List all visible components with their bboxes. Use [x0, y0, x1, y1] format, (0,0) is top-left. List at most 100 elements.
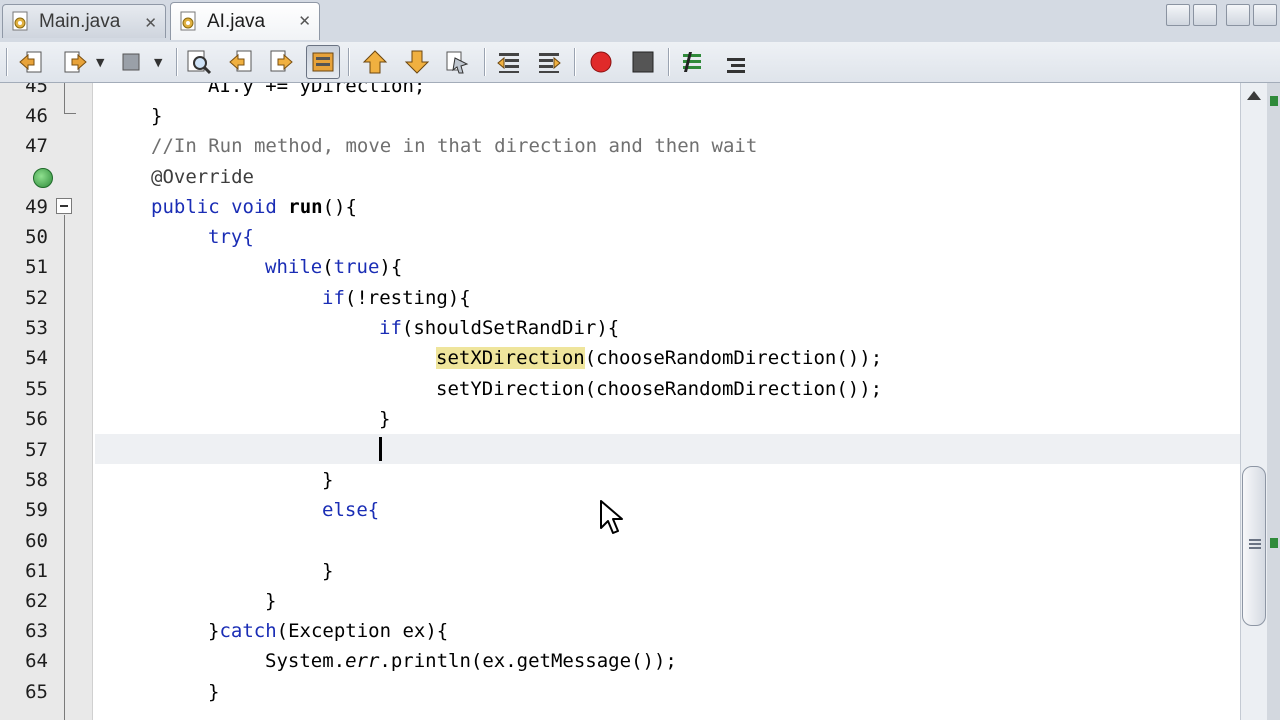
code-line-64: System.err.println(ex.getMessage()); [95, 646, 1240, 676]
back-icon[interactable] [14, 45, 48, 79]
keyword-text: if [322, 287, 345, 309]
line-number: 50 [25, 226, 48, 248]
line-number: 51 [25, 256, 48, 278]
line-number: 53 [25, 317, 48, 339]
scroll-tabs-right-icon[interactable] [1193, 4, 1217, 26]
keyword-text: else{ [322, 499, 380, 521]
line-number: 56 [25, 408, 48, 430]
line-number-gutter[interactable]: 45 46 47 49 50 51 52 53 54 55 56 57 58 5… [0, 83, 93, 720]
close-icon[interactable]: ✕ [144, 14, 157, 32]
prev-bookmark-icon[interactable] [358, 45, 392, 79]
code-line-63: }catch(Exception ex){ [95, 616, 1240, 646]
code-text: } [322, 469, 334, 491]
method-name: run [288, 196, 323, 218]
uncomment-icon[interactable] [718, 45, 752, 79]
stop-macro-icon[interactable] [626, 45, 660, 79]
keyword-text: true [333, 256, 380, 278]
tab-controls [1166, 4, 1277, 28]
shift-left-icon[interactable] [492, 45, 526, 79]
code-line-45: AI.y += yDirection; [95, 83, 1240, 101]
annotation-marker[interactable] [1270, 96, 1278, 106]
forward-history-icon[interactable] [58, 45, 92, 79]
code-text: (chooseRandomDirection()); [584, 347, 883, 369]
toolbar-separator [484, 48, 485, 76]
code-text: ( [322, 256, 334, 278]
code-text: } [208, 620, 220, 642]
annotation-text: @Override [151, 166, 254, 188]
line-number: 63 [25, 620, 48, 642]
scrollbar-thumb[interactable] [1242, 466, 1266, 626]
tab-main-java[interactable]: Main.java ✕ [2, 4, 166, 38]
scroll-up-icon[interactable] [1247, 91, 1261, 100]
line-number: 57 [25, 439, 48, 461]
tab-list-icon[interactable] [1226, 4, 1250, 26]
code-text: } [265, 590, 277, 612]
bookmark-icon[interactable] [114, 45, 148, 79]
annotation-marker[interactable] [1270, 538, 1278, 548]
vertical-scrollbar[interactable] [1240, 83, 1267, 720]
chevron-down-icon[interactable]: ▼ [154, 56, 162, 69]
tab-ai-java[interactable]: AI.java ✕ [170, 2, 320, 40]
error-stripe[interactable] [1267, 83, 1280, 720]
line-number: 59 [25, 499, 48, 521]
chevron-down-icon[interactable]: ▼ [96, 56, 104, 69]
code-line-56: } [95, 404, 1240, 434]
close-icon[interactable]: ✕ [298, 12, 311, 30]
keyword-text: try{ [208, 226, 254, 248]
toolbar-separator [574, 48, 575, 76]
line-number: 54 [25, 347, 48, 369]
code-line-59: else{ [95, 495, 1240, 525]
code-text: setYDirection(chooseRandomDirection()); [436, 378, 883, 400]
code-text: System. [265, 650, 346, 672]
next-bookmark-icon[interactable] [400, 45, 434, 79]
previous-icon[interactable] [224, 45, 258, 79]
code-line-53: if(shouldSetRandDir){ [95, 313, 1240, 343]
find-usages-icon[interactable] [182, 45, 216, 79]
code-text: (shouldSetRandDir){ [401, 317, 620, 339]
maximize-icon[interactable] [1253, 4, 1277, 26]
line-number: 45 [25, 83, 48, 97]
code-text: } [208, 681, 220, 703]
text-caret [379, 437, 382, 461]
line-number: 47 [25, 135, 48, 157]
next-icon[interactable] [264, 45, 298, 79]
code-line-58: } [95, 465, 1240, 495]
code-editor[interactable]: 45 46 47 49 50 51 52 53 54 55 56 57 58 5… [0, 83, 1240, 720]
code-line-47: //In Run method, move in that direction … [95, 131, 1240, 161]
comment-icon[interactable] [676, 45, 710, 79]
scroll-tabs-left-icon[interactable] [1166, 4, 1190, 26]
java-file-icon [179, 11, 199, 33]
highlighted-method: setXDirection [436, 347, 585, 369]
keyword-text: while [265, 256, 323, 278]
line-number: 52 [25, 287, 48, 309]
line-number: 49 [25, 196, 48, 218]
code-line-52: if(!resting){ [95, 283, 1240, 313]
fold-line [64, 83, 65, 113]
editor-tab-bar: Main.java ✕ AI.java ✕ [0, 0, 1280, 43]
toolbar-separator [176, 48, 177, 76]
shift-right-icon[interactable] [532, 45, 566, 79]
code-area[interactable]: AI.y += yDirection; } //In Run method, m… [95, 83, 1240, 720]
start-macro-icon[interactable] [584, 45, 618, 79]
fold-end [64, 113, 76, 114]
toggle-highlight-icon[interactable] [306, 45, 340, 79]
toggle-bookmark-icon[interactable] [440, 45, 474, 79]
keyword-text: public void [151, 196, 289, 218]
code-line-46: } [95, 101, 1240, 131]
toolbar-separator [6, 48, 7, 76]
code-text: ){ [379, 256, 403, 278]
code-text: } [322, 560, 334, 582]
code-line-54: setXDirection(chooseRandomDirection()); [95, 343, 1240, 373]
comment-text: //In Run method, move in that direction … [151, 135, 758, 157]
fold-collapse-icon[interactable] [56, 198, 72, 214]
fold-line [64, 215, 65, 720]
line-number: 46 [25, 105, 48, 127]
line-number: 60 [25, 530, 48, 552]
grip-line [1249, 547, 1261, 549]
toolbar-separator [348, 48, 349, 76]
override-annotation-icon[interactable] [33, 168, 53, 188]
code-text: } [379, 408, 391, 430]
code-line-57-current [95, 434, 1240, 464]
code-line-49: public void run(){ [95, 192, 1240, 222]
